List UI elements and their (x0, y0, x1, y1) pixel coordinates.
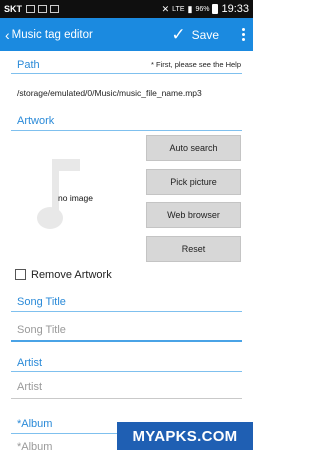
mute-icon: ✕ (161, 3, 170, 14)
save-button[interactable]: ✓ Save (171, 26, 219, 43)
artist-underline (11, 398, 242, 399)
artist-input[interactable]: Artist (17, 381, 42, 393)
help-hint: * First, please see the Help (150, 60, 241, 69)
artwork-label: Artwork (17, 115, 55, 127)
divider (11, 130, 242, 131)
back-icon[interactable]: ‹ (0, 27, 12, 43)
save-label: Save (191, 27, 219, 42)
battery-icon (212, 4, 219, 14)
divider (11, 73, 242, 74)
auto-search-button[interactable]: Auto search (146, 135, 241, 161)
action-bar: ‹ Music tag editor ✓ Save (0, 18, 253, 51)
song-title-input[interactable]: Song Title (17, 324, 66, 336)
reset-button[interactable]: Reset (146, 236, 241, 262)
divider (11, 371, 242, 372)
battery-percent: 96% (195, 5, 210, 13)
album-label: *Album (17, 418, 53, 430)
file-path: /storage/emulated/0/Music/music_file_nam… (17, 88, 202, 98)
web-browser-button[interactable]: Web browser (146, 202, 241, 228)
signal-icon: ▮ (187, 3, 193, 14)
song-title-label: Song Title (17, 296, 66, 308)
download-icon (50, 5, 59, 13)
overflow-menu-icon[interactable] (233, 28, 253, 41)
watermark: MYAPKS.COM (117, 422, 253, 450)
remove-artwork-label: Remove Artwork (31, 269, 112, 281)
app-title: Music tag editor (11, 28, 93, 41)
pick-picture-button[interactable]: Pick picture (146, 169, 241, 195)
divider (11, 311, 242, 312)
album-input[interactable]: *Album (17, 441, 52, 450)
no-image-text: no image (58, 193, 93, 203)
path-label: Path (17, 59, 40, 71)
image-notification-icon (38, 5, 47, 13)
artist-label: Artist (17, 357, 43, 369)
check-icon: ✓ (171, 25, 186, 44)
song-title-underline (11, 340, 242, 342)
remove-artwork-checkbox[interactable] (15, 269, 26, 280)
status-bar: SKT ✕ LTE ▮ 96% 19:33 (0, 0, 253, 18)
carrier-label: SKT (4, 4, 22, 14)
clock: 19:33 (221, 3, 249, 15)
network-type: LTE (172, 5, 185, 13)
notification-icon (26, 5, 35, 13)
